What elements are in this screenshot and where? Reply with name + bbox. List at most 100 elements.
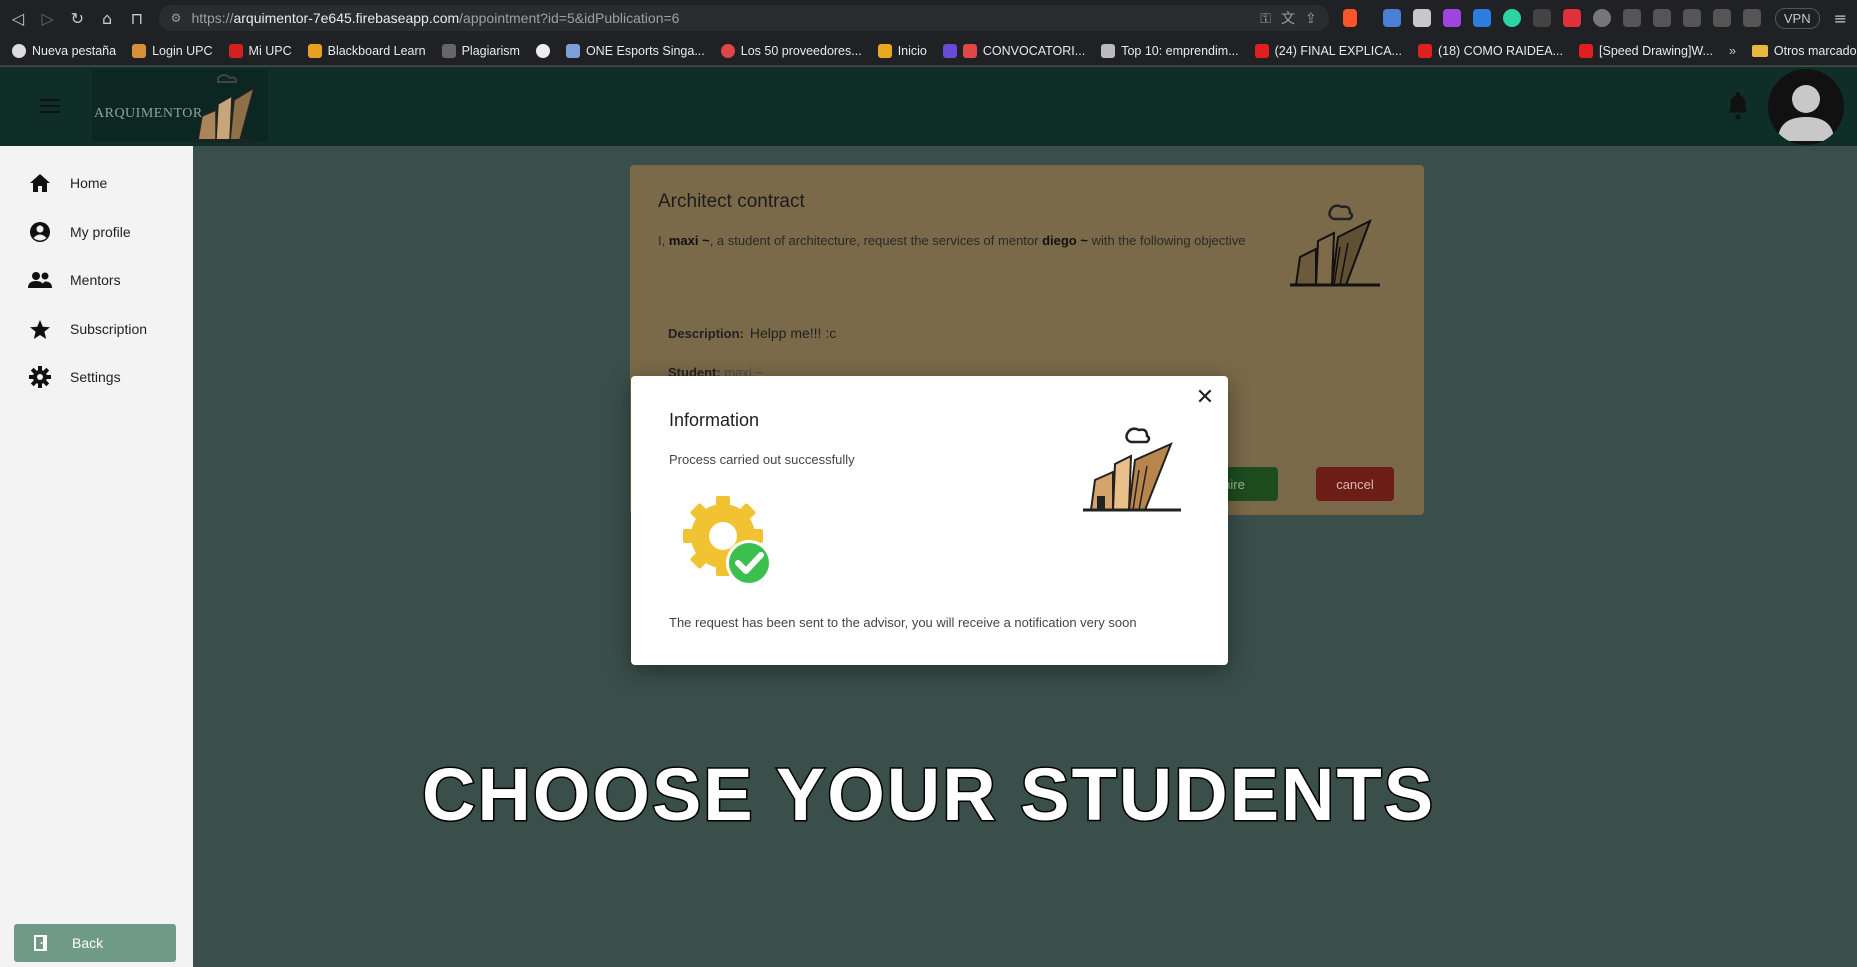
music-icon[interactable] xyxy=(1652,9,1671,27)
browser-toolbar: ◁ ▷ ↻ ⌂ ⊓ ⚙ https://arquimentor-7e645.fi… xyxy=(0,0,1857,36)
sidebar-item-label: Mentors xyxy=(70,272,121,288)
bookmark-item[interactable]: Inicio xyxy=(877,43,927,58)
bookmark-item[interactable]: (18) COMO RAIDEA... xyxy=(1417,43,1563,58)
bookmark-item[interactable] xyxy=(535,43,550,58)
back-arrow-icon[interactable]: ◁ xyxy=(10,9,26,28)
extension-icon[interactable] xyxy=(1472,9,1491,27)
back-label: Back xyxy=(72,935,104,951)
back-button[interactable]: Back xyxy=(14,924,176,962)
bookmark-icon[interactable]: ⊓ xyxy=(129,9,145,28)
sidebar-item-label: Settings xyxy=(70,369,121,385)
globe-icon xyxy=(535,43,550,58)
youtube-icon xyxy=(1579,43,1594,58)
building-logo-icon xyxy=(1290,204,1380,287)
user-avatar[interactable] xyxy=(1768,69,1844,145)
sidebar-item-settings[interactable]: Settings xyxy=(28,364,121,390)
download-icon[interactable] xyxy=(1682,9,1701,27)
youtube-icon xyxy=(1417,43,1432,58)
bookmark-favicon-icon xyxy=(132,43,147,58)
sidebar-item-mentors[interactable]: Mentors xyxy=(28,267,121,293)
arquimentor-logo[interactable]: ARQUIMENTOR xyxy=(92,70,268,142)
sidebar-item-home[interactable]: Home xyxy=(28,170,107,196)
bookmark-item[interactable]: (24) FINAL EXPLICA... xyxy=(1254,43,1402,58)
gear-check-success-icon xyxy=(683,496,772,586)
bookmark-favicon-icon xyxy=(1101,43,1116,58)
mentor-name: diego ~ xyxy=(1042,233,1088,248)
logo-text: ARQUIMENTOR xyxy=(94,106,203,121)
notification-bell-icon[interactable] xyxy=(1725,90,1751,120)
brave-shield-icon[interactable] xyxy=(1342,9,1357,27)
cancel-button[interactable]: cancel xyxy=(1316,467,1394,501)
reload-icon[interactable]: ↻ xyxy=(69,9,85,28)
bookmark-item[interactable]: Nueva pestaña xyxy=(12,43,116,58)
sidebar-toggle-icon[interactable] xyxy=(1712,9,1731,27)
menu-icon[interactable]: ≡ xyxy=(1834,9,1847,28)
key-icon[interactable]: ⚿ xyxy=(1260,10,1271,27)
card-title: Architect contract xyxy=(658,191,805,212)
gear-icon xyxy=(28,365,52,389)
home-icon xyxy=(28,171,52,195)
bookmark-item[interactable]: CONVOCATORI... xyxy=(942,43,1085,58)
hamburger-menu-icon[interactable] xyxy=(40,99,60,113)
bookmarks-bar: Nueva pestaña Login UPC Mi UPC Blackboar… xyxy=(0,36,1857,66)
address-bar[interactable]: ⚙ https://arquimentor-7e645.firebaseapp.… xyxy=(158,5,1329,31)
bookmark-favicon-icon xyxy=(877,43,892,58)
wallet-icon[interactable] xyxy=(1742,9,1761,27)
url-text: https://arquimentor-7e645.firebaseapp.co… xyxy=(191,10,680,26)
extensions-row xyxy=(1382,9,1761,27)
youtube-icon xyxy=(1254,43,1269,58)
extension-icon[interactable] xyxy=(1532,9,1551,27)
translate-extension-icon[interactable] xyxy=(1382,9,1401,27)
extension-icon[interactable] xyxy=(1562,9,1581,27)
person-icon xyxy=(1778,85,1834,141)
folder-icon xyxy=(1751,44,1768,57)
bookmark-favicon-icon xyxy=(962,43,977,58)
translate-icon[interactable]: 文 xyxy=(1281,8,1295,28)
sidebar: Home My profile Mentors Subscription Set… xyxy=(0,146,193,967)
building-logo-icon xyxy=(192,74,258,141)
bookmark-item[interactable]: Top 10: emprendim... xyxy=(1101,43,1239,58)
building-logo-icon xyxy=(1083,427,1181,512)
bookmark-favicon-icon xyxy=(228,43,243,58)
promo-caption: CHOOSE YOUR STUDENTS xyxy=(420,752,1436,838)
extension-icon[interactable] xyxy=(1592,9,1611,27)
bookmark-item[interactable]: ONE Esports Singa... xyxy=(565,43,705,58)
extension-icon[interactable] xyxy=(1502,9,1521,27)
modal-note: The request has been sent to the advisor… xyxy=(669,615,1137,630)
sidebar-item-my-profile[interactable]: My profile xyxy=(28,219,131,245)
other-bookmarks-folder[interactable]: Otros marcadores xyxy=(1751,44,1857,58)
site-info-icon[interactable]: ⚙ xyxy=(171,11,182,25)
bookmark-favicon-icon xyxy=(565,43,580,58)
more-bookmarks-chevron[interactable]: » xyxy=(1729,44,1736,58)
extension-icon[interactable] xyxy=(1442,9,1461,27)
information-modal: ✕ Information Process carried out succes… xyxy=(631,376,1228,665)
description-value: Helpp me!!! :c xyxy=(749,325,837,341)
exit-door-icon xyxy=(34,935,47,951)
vpn-button[interactable]: VPN xyxy=(1774,7,1820,29)
bookmark-item[interactable]: Plagiarism xyxy=(441,43,520,58)
app-header: ARQUIMENTOR xyxy=(0,67,1857,146)
sidebar-item-subscription[interactable]: Subscription xyxy=(28,316,147,342)
sidebar-item-label: Subscription xyxy=(70,321,148,337)
bookmark-item[interactable]: [Speed Drawing]W... xyxy=(1579,43,1713,58)
share-icon[interactable]: ⇪ xyxy=(1305,10,1317,27)
bookmark-favicon-icon xyxy=(12,43,26,58)
bookmark-favicon-icon xyxy=(720,43,735,58)
star-icon xyxy=(28,317,52,341)
bookmark-item[interactable]: Los 50 proveedores... xyxy=(720,43,862,58)
puzzle-icon[interactable] xyxy=(1622,9,1641,27)
bookmark-favicon-icon xyxy=(307,43,322,58)
bookmark-item[interactable]: Blackboard Learn xyxy=(307,43,426,58)
bookmark-item[interactable]: Mi UPC xyxy=(228,43,292,58)
extension-icon[interactable] xyxy=(1412,9,1431,27)
close-icon[interactable]: ✕ xyxy=(1194,385,1216,410)
account-circle-icon xyxy=(28,220,52,244)
bookmark-favicon-icon xyxy=(441,43,456,58)
description-row: Description: Helpp me!!! :c xyxy=(668,325,837,341)
bookmark-item[interactable]: Login UPC xyxy=(132,43,213,58)
sidebar-item-label: Home xyxy=(70,175,108,191)
student-name: maxi ~ xyxy=(668,233,710,248)
forward-arrow-icon[interactable]: ▷ xyxy=(40,9,56,28)
modal-title: Information xyxy=(669,410,760,430)
home-icon[interactable]: ⌂ xyxy=(99,9,115,28)
